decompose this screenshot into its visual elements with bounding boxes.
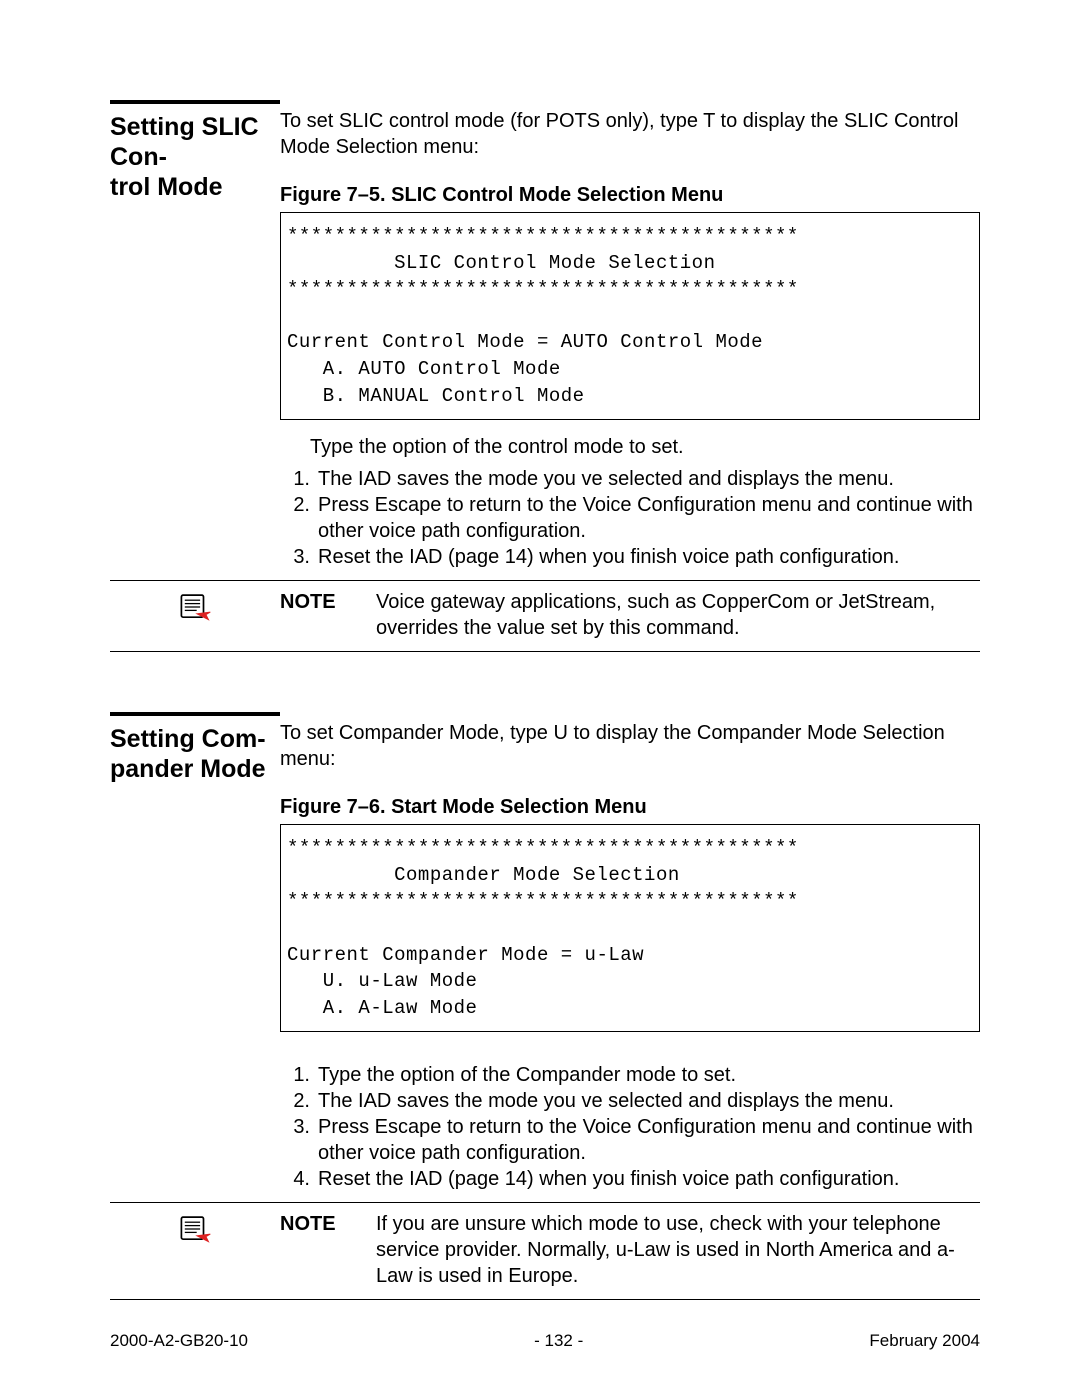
left-margin-col: Setting SLIC Con- trol Mode: [110, 90, 280, 202]
intro-text-2: To set Compander Mode, type U to display…: [280, 702, 980, 772]
step-2-2: 2. The IAD saves the mode you ve selecte…: [280, 1088, 980, 1114]
step-1-3: 3. Reset the IAD (page 14) when you fini…: [280, 544, 980, 570]
steps-block-2: 1. Type the option of the Compander mode…: [280, 1062, 980, 1202]
left-margin-col-2: Setting Com- pander Mode: [110, 702, 280, 784]
note-text-2: If you are unsure which mode to use, che…: [376, 1211, 980, 1289]
page: Setting SLIC Con- trol Mode To set SLIC …: [0, 0, 1080, 1397]
note-label: NOTE: [280, 589, 376, 641]
step-2-4: 4. Reset the IAD (page 14) when you fini…: [280, 1166, 980, 1192]
note-section-1: NOTE Voice gateway applications, such as…: [110, 580, 980, 652]
note-icon: [178, 1215, 212, 1243]
intro-text: To set SLIC control mode (for POTS only)…: [280, 90, 980, 160]
steps-block-1: Type the option of the control mode to s…: [280, 434, 980, 580]
right-content-col: To set SLIC control mode (for POTS only)…: [280, 90, 980, 580]
section-compander: Setting Com- pander Mode To set Compande…: [110, 702, 980, 1202]
page-footer: 2000-A2-GB20-10 - 132 - February 2004: [110, 1331, 980, 1351]
terminal-slic-menu: ****************************************…: [280, 212, 980, 420]
note-label-2: NOTE: [280, 1211, 376, 1289]
step-1-2: 2. Press Escape to return to the Voice C…: [280, 492, 980, 544]
note-icon-cell-2: [110, 1211, 280, 1243]
step-2-1: 1. Type the option of the Compander mode…: [280, 1062, 980, 1088]
step-1-1: 1. The IAD saves the mode you ve selecte…: [280, 466, 980, 492]
note-icon-cell: [110, 589, 280, 621]
figure-caption-7-6: Figure 7–6. Start Mode Selection Menu: [280, 794, 980, 820]
right-content-col-2: To set Compander Mode, type U to display…: [280, 702, 980, 1202]
footer-left: 2000-A2-GB20-10: [110, 1331, 248, 1351]
note-section-2: NOTE If you are unsure which mode to use…: [110, 1202, 980, 1300]
terminal-compander-menu: ****************************************…: [280, 824, 980, 1032]
section-title-slic: Setting SLIC Con- trol Mode: [110, 100, 280, 202]
step-2-3: 3. Press Escape to return to the Voice C…: [280, 1114, 980, 1166]
note-text: Voice gateway applications, such as Copp…: [376, 589, 980, 641]
note-icon: [178, 593, 212, 621]
steps-intro: Type the option of the control mode to s…: [280, 434, 980, 460]
footer-right: February 2004: [869, 1331, 980, 1351]
figure-caption-7-5: Figure 7–5. SLIC Control Mode Selection …: [280, 182, 980, 208]
section-title-compander: Setting Com- pander Mode: [110, 712, 280, 784]
section-slic: Setting SLIC Con- trol Mode To set SLIC …: [110, 90, 980, 580]
footer-center: - 132 -: [534, 1331, 583, 1351]
